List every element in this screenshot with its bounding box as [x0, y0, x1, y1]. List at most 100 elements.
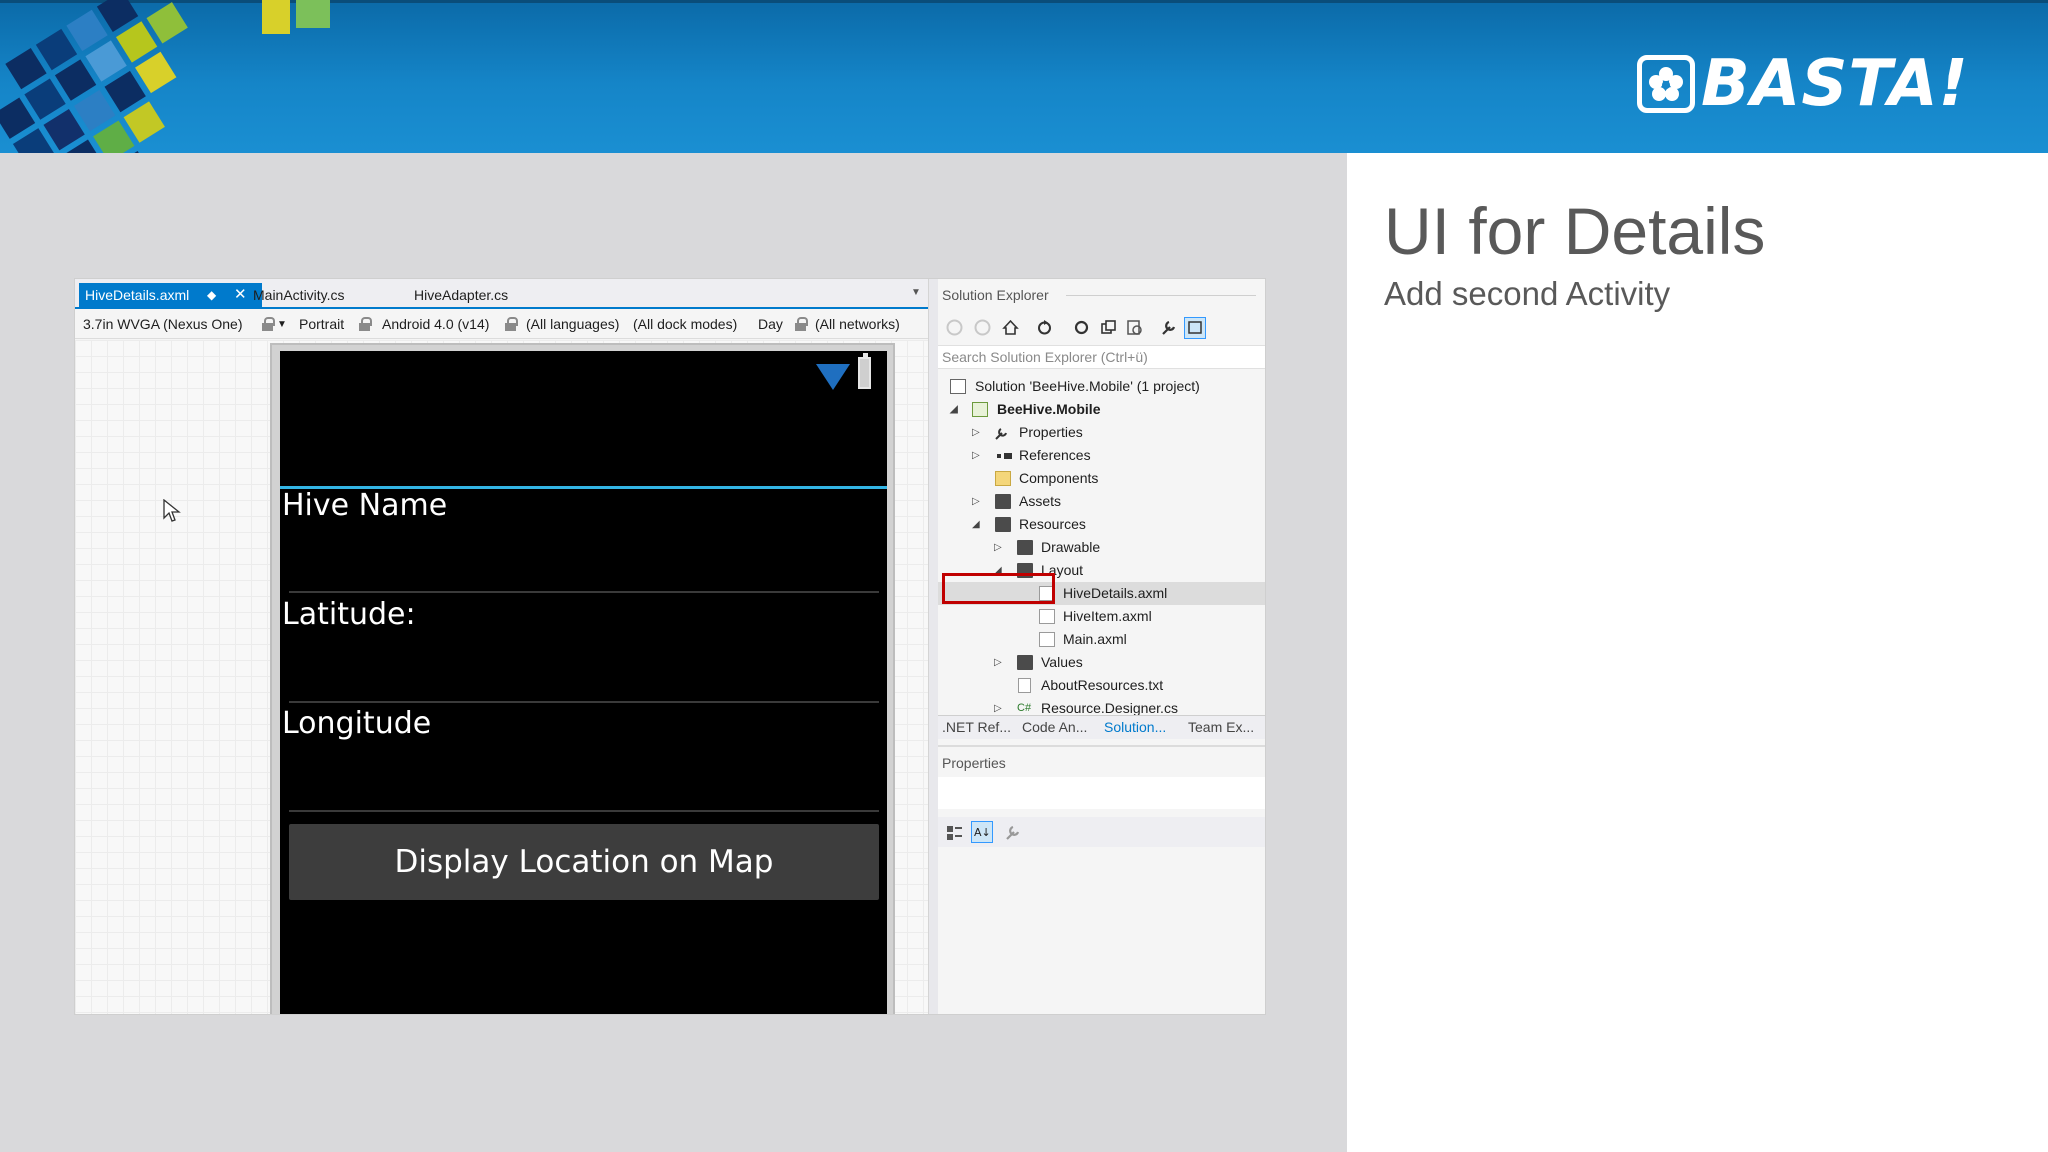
tree-item-properties[interactable]: ▷ Properties — [938, 421, 1265, 444]
wrench-icon[interactable] — [1160, 319, 1177, 336]
tab-hiveadapter[interactable]: HiveAdapter.cs — [408, 283, 514, 307]
theme-select[interactable]: Day — [758, 316, 783, 332]
orientation-select[interactable]: Portrait — [299, 316, 344, 332]
alphabetical-icon[interactable]: A↓ — [971, 821, 993, 843]
lock-icon — [505, 317, 518, 331]
language-select[interactable]: (All languages) — [526, 316, 619, 332]
back-icon[interactable] — [946, 319, 963, 336]
tab-mainactivity[interactable]: MainActivity.cs — [247, 283, 351, 307]
latitude-label: Latitude: — [282, 597, 416, 632]
longitude-field[interactable] — [289, 810, 879, 812]
device-select[interactable]: 3.7in WVGA (Nexus One) — [83, 316, 243, 332]
slide-title: UI for Details — [1384, 194, 1766, 268]
design-surface[interactable]: Hive Name Latitude: Longitude Display Lo… — [75, 340, 928, 1014]
categorized-icon[interactable] — [946, 824, 963, 841]
collapsed-arrow-icon[interactable]: ▷ — [972, 490, 980, 513]
properties-object-selector[interactable] — [938, 777, 1265, 809]
tree-item-hiveitem[interactable]: HiveItem.axml — [938, 605, 1265, 628]
tree-item-assets[interactable]: ▷ Assets — [938, 490, 1265, 513]
solution-icon — [950, 379, 966, 394]
chevron-down-icon[interactable]: ▼ — [911, 287, 921, 298]
tree-label: Main.axml — [1063, 631, 1127, 647]
file-icon — [1039, 609, 1055, 624]
logo-text: BASTA! — [1701, 47, 1969, 121]
tab-solution[interactable]: Solution... — [1104, 719, 1166, 735]
tree-label: Components — [1019, 470, 1099, 486]
explorer-bottom-tabs: .NET Ref... Code An... Solution... Team … — [938, 715, 1265, 739]
forward-icon[interactable] — [974, 319, 991, 336]
tree-item-components[interactable]: Components — [938, 467, 1265, 490]
wrench-icon — [994, 425, 1008, 440]
collapsed-arrow-icon[interactable]: ▷ — [972, 421, 980, 444]
slide: BASTA! UI for Details Add second Activit… — [0, 0, 2048, 1152]
tab-code-analysis[interactable]: Code An... — [1022, 719, 1087, 735]
folder-icon — [1017, 540, 1033, 555]
display-location-button[interactable]: Display Location on Map — [289, 824, 879, 900]
collapsed-arrow-icon[interactable]: ▷ — [972, 444, 980, 467]
solution-tree: Solution 'BeeHive.Mobile' (1 project) ◢ … — [938, 375, 1265, 725]
references-icon — [996, 448, 1014, 463]
refresh-icon[interactable] — [1073, 319, 1090, 336]
tree-item-values[interactable]: ▷ Values — [938, 651, 1265, 674]
tab-hivedetails[interactable]: HiveDetails.axml ◆ ✕ — [79, 283, 262, 307]
tree-label: AboutResources.txt — [1041, 677, 1164, 693]
preview-icon[interactable] — [1184, 317, 1206, 339]
sync-icon[interactable] — [1036, 319, 1053, 336]
hive-name-field[interactable] — [289, 591, 879, 593]
header-banner: BASTA! — [0, 0, 2048, 153]
lock-icon — [795, 317, 808, 331]
panel-splitter[interactable] — [928, 279, 938, 1014]
network-select[interactable]: (All networks) — [815, 316, 900, 332]
tree-label: Drawable — [1041, 539, 1101, 555]
tree-item-drawable[interactable]: ▷ Drawable — [938, 536, 1265, 559]
properties-title: Properties — [942, 755, 1006, 771]
tree-item-aboutresources[interactable]: AboutResources.txt — [938, 674, 1265, 697]
project-icon — [972, 402, 988, 417]
folder-icon — [1017, 655, 1033, 670]
tree-item-project[interactable]: ◢ BeeHive.Mobile — [938, 398, 1265, 421]
expanded-arrow-icon[interactable]: ◢ — [972, 513, 980, 536]
api-level-select[interactable]: Android 4.0 (v14) — [382, 316, 489, 332]
status-bar — [280, 351, 887, 393]
wrench-icon[interactable] — [1004, 824, 1021, 841]
tree-label: Properties — [1019, 424, 1083, 440]
tree-label: HiveDetails.axml — [1063, 585, 1168, 601]
tree-item-main[interactable]: Main.axml — [938, 628, 1265, 651]
tree-label: Resources — [1019, 516, 1086, 532]
properties-toolbar: A↓ — [938, 817, 1265, 847]
tab-net-reflector[interactable]: .NET Ref... — [942, 719, 1011, 735]
close-icon[interactable]: ✕ — [234, 283, 247, 307]
tree-item-resources[interactable]: ◢ Resources — [938, 513, 1265, 536]
tree-label: Solution 'BeeHive.Mobile' (1 project) — [975, 378, 1200, 394]
basta-logo: BASTA! — [1637, 50, 1969, 118]
tree-label: Values — [1041, 654, 1083, 670]
chevron-down-icon[interactable]: ▼ — [277, 319, 287, 330]
slide-subtitle: Add second Activity — [1384, 275, 1671, 312]
folder-icon — [995, 494, 1011, 509]
folder-icon — [995, 517, 1011, 532]
collapse-all-icon[interactable] — [1100, 319, 1117, 336]
title-divider — [1066, 295, 1256, 296]
expanded-arrow-icon[interactable]: ◢ — [950, 398, 958, 421]
pin-icon[interactable]: ◆ — [207, 283, 216, 307]
solution-explorer-toolbar — [938, 312, 1265, 342]
svg-text:A↓: A↓ — [974, 826, 991, 839]
tree-item-references[interactable]: ▷ References — [938, 444, 1265, 467]
solution-explorer-title: Solution Explorer — [942, 287, 1049, 303]
csharp-file-icon: C# — [1017, 702, 1032, 714]
home-icon[interactable] — [1002, 319, 1019, 336]
dock-mode-select[interactable]: (All dock modes) — [633, 316, 737, 332]
show-all-files-icon[interactable] — [1126, 319, 1143, 336]
text-file-icon — [1018, 678, 1031, 693]
collapsed-arrow-icon[interactable]: ▷ — [994, 651, 1002, 674]
tree-item-solution[interactable]: Solution 'BeeHive.Mobile' (1 project) — [938, 375, 1265, 398]
device-frame: Hive Name Latitude: Longitude Display Lo… — [270, 343, 895, 1014]
tab-team-explorer[interactable]: Team Ex... — [1188, 719, 1254, 735]
search-input[interactable]: Search Solution Explorer (Ctrl+ü) — [938, 345, 1265, 369]
latitude-field[interactable] — [289, 701, 879, 703]
wifi-signal-icon — [816, 364, 850, 390]
mouse-cursor-icon — [163, 499, 181, 522]
battery-icon — [858, 353, 871, 389]
collapsed-arrow-icon[interactable]: ▷ — [994, 536, 1002, 559]
solution-explorer: Solution Explorer Search Solution Explor… — [938, 279, 1265, 754]
